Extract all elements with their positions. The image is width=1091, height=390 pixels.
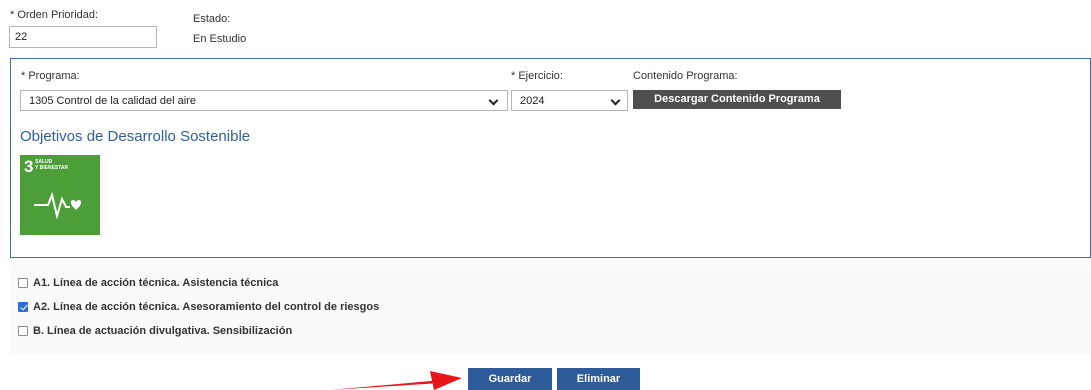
ejercicio-select[interactable]: 2024 <box>511 90 628 111</box>
linea-b-item[interactable]: B. Línea de actuación divulgativa. Sensi… <box>18 324 292 338</box>
heartbeat-icon <box>34 191 82 219</box>
red-arrow-icon <box>330 371 462 390</box>
linea-a1-label: A1. Línea de acción técnica. Asistencia … <box>33 277 279 289</box>
contenido-programa-label: Contenido Programa: <box>633 70 738 82</box>
ods-tile-text-2: Y BIENESTAR <box>35 165 69 171</box>
chevron-down-icon <box>610 95 621 106</box>
ejercicio-label: * Ejercicio: <box>511 70 563 82</box>
estado-value: En Estudio <box>193 33 247 45</box>
lineas-checklist: A1. Línea de acción técnica. Asistencia … <box>10 265 1091 354</box>
chevron-down-icon <box>488 95 499 106</box>
ods-tile-number: 3 <box>24 157 34 176</box>
ejercicio-selected-value: 2024 <box>520 95 545 107</box>
orden-prioridad-input[interactable]: 22 <box>9 26 157 48</box>
linea-a2-label: A2. Línea de acción técnica. Asesoramien… <box>33 301 380 313</box>
linea-a2-item[interactable]: A2. Línea de acción técnica. Asesoramien… <box>18 300 379 314</box>
checkbox-b[interactable] <box>18 326 28 336</box>
estado-label: Estado: <box>193 13 231 25</box>
checkbox-a2[interactable] <box>18 302 28 312</box>
programa-panel: * Programa: 1305 Control de la calidad d… <box>10 58 1091 258</box>
programa-label: * Programa: <box>21 70 80 82</box>
ods-title: Objetivos de Desarrollo Sostenible <box>20 128 251 145</box>
checkbox-a1[interactable] <box>18 278 28 288</box>
ods-3-tile[interactable]: 3 SALUD Y BIENESTAR <box>20 155 100 235</box>
linea-a1-item[interactable]: A1. Línea de acción técnica. Asistencia … <box>18 276 278 290</box>
linea-b-label: B. Línea de actuación divulgativa. Sensi… <box>33 325 293 337</box>
descargar-contenido-button[interactable]: Descargar Contenido Programa <box>633 90 841 109</box>
programa-select[interactable]: 1305 Control de la calidad del aire <box>20 90 508 111</box>
eliminar-button[interactable]: Eliminar <box>557 368 640 390</box>
guardar-button[interactable]: Guardar <box>468 368 552 390</box>
programa-selected-value: 1305 Control de la calidad del aire <box>29 95 196 107</box>
orden-prioridad-label: * Orden Prioridad: <box>10 9 99 21</box>
